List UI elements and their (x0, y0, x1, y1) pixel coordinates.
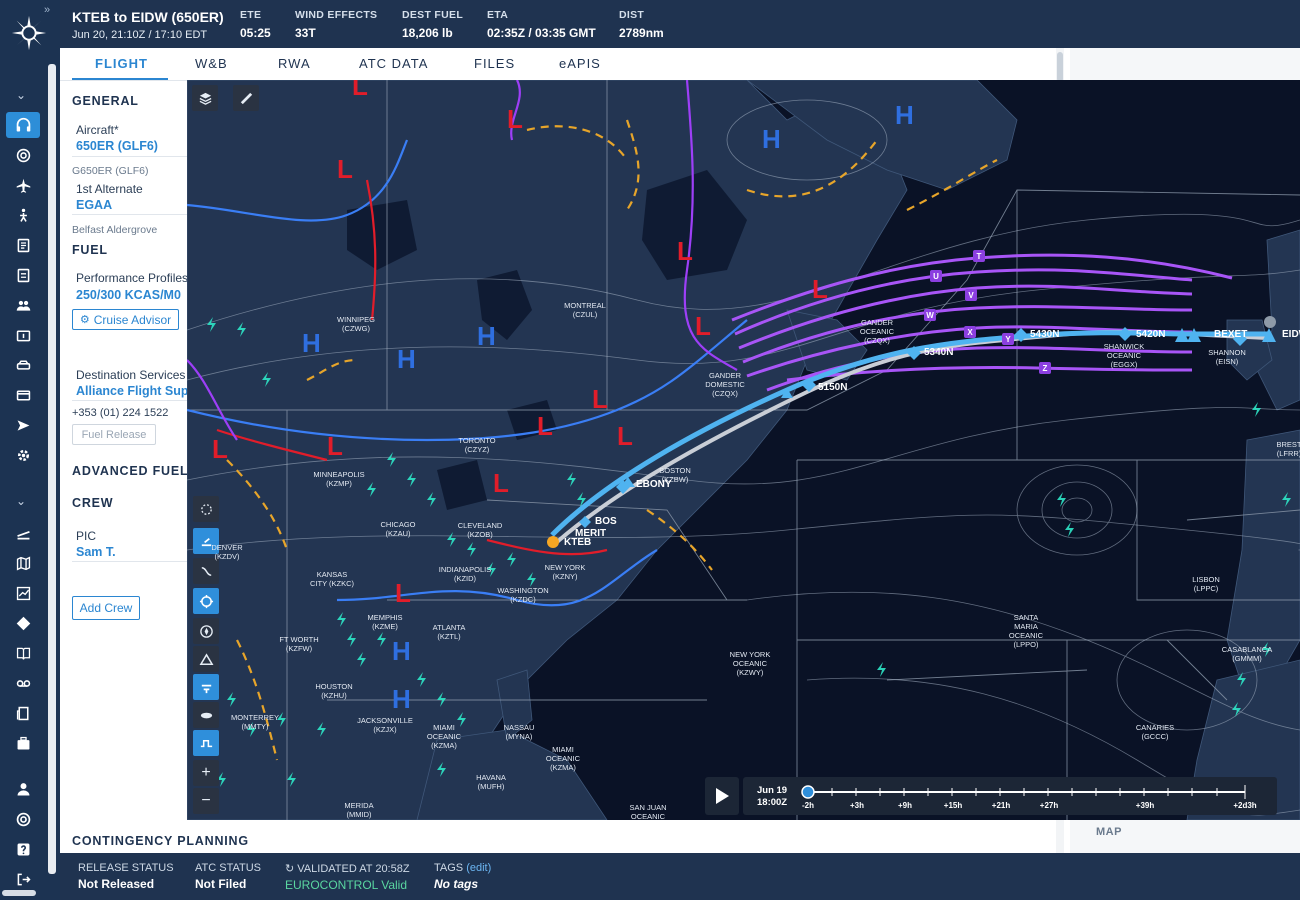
dest-fuel-label: DEST FUEL (402, 9, 464, 21)
atc-status-label: ATC STATUS (195, 862, 261, 874)
app-logo-icon[interactable] (10, 14, 48, 52)
edit-tags-link[interactable]: (edit) (466, 862, 491, 874)
general-heading: GENERAL (72, 94, 139, 108)
gear-icon: ⚙ (79, 314, 90, 326)
weather-map[interactable]: T U V W X Y Z L L L L L L L L L L L L L … (187, 80, 1300, 820)
dest-services-label: Destination Services (76, 368, 186, 382)
contingency-heading: CONTINGENCY PLANNING (72, 834, 249, 848)
radar-icon[interactable] (6, 142, 40, 168)
ete-value: 05:25 (240, 26, 271, 40)
chevron-down-icon[interactable]: ⌄ (16, 494, 26, 508)
voicemail-icon[interactable] (6, 670, 40, 696)
alternate-select[interactable]: EGAA (76, 198, 112, 212)
manual-icon[interactable] (6, 232, 40, 258)
timeline-tick: +21h (991, 801, 1011, 810)
logout-icon[interactable] (6, 866, 40, 892)
cruise-advisor-button[interactable]: ⚙ Cruise Advisor (72, 309, 179, 330)
tab-rwa[interactable]: RWA (278, 56, 311, 71)
wind-effects-value: 33T (295, 26, 316, 40)
advanced-fuel-heading[interactable]: ADVANCED FUEL (72, 464, 188, 478)
status-footer: RELEASE STATUS Not Released ATC STATUS N… (60, 853, 1300, 900)
card-icon[interactable] (6, 382, 40, 408)
dest-services-phone: +353 (01) 224 1522 (72, 407, 169, 419)
ete-label: ETE (240, 9, 262, 21)
timeline-tick: +2d3h (1233, 801, 1257, 810)
aircraft-type: G650ER (GLF6) (72, 165, 149, 177)
add-crew-button[interactable]: Add Crew (72, 596, 140, 620)
refresh-icon[interactable]: ↻ (285, 863, 297, 875)
tab-bar: FLIGHT W&B RWA ATC DATA FILES eAPIS (60, 48, 1060, 81)
person-walking-icon[interactable] (6, 202, 40, 228)
dest-services-select[interactable]: Alliance Flight Sup (76, 384, 189, 398)
dist-value: 2789nm (619, 26, 664, 40)
car-icon[interactable] (6, 352, 40, 378)
fuel-release-button[interactable]: Fuel Release (72, 424, 156, 445)
tab-files[interactable]: FILES (474, 56, 515, 71)
rail-horizontal-scrollbar[interactable] (2, 890, 36, 896)
timeline-tick: +27h (1039, 801, 1059, 810)
departure-icon[interactable] (6, 520, 40, 546)
dist-label: DIST (619, 9, 645, 21)
timeline-tick: +15h (943, 801, 963, 810)
tab-wb[interactable]: W&B (195, 56, 228, 71)
route-title: KTEB to EIDW (650ER) (72, 9, 224, 25)
dest-fuel-value: 18,206 lb (402, 26, 453, 40)
aircraft-select[interactable]: 650ER (GLF6) (76, 139, 158, 153)
map-icon[interactable] (6, 550, 40, 576)
map-section-label: MAP (1096, 826, 1122, 838)
expand-rail-icon[interactable]: » (44, 4, 50, 16)
eta-value: 02:35Z / 03:35 GMT (487, 26, 596, 40)
tab-atc-data[interactable]: ATC DATA (359, 56, 428, 71)
release-status-value: Not Released (78, 877, 155, 891)
rail-scrollbar[interactable] (48, 64, 56, 874)
chevron-down-icon[interactable]: ⌄ (16, 88, 26, 102)
validated-label: VALIDATED AT 20:58Z (297, 863, 410, 875)
timeline-handle[interactable] (801, 785, 815, 799)
left-rail: » ⌄ ⌄ (0, 0, 60, 900)
release-status-label: RELEASE STATUS (78, 862, 174, 874)
timeline-tick: +9h (897, 801, 913, 810)
timeline-tick: -2h (802, 801, 814, 810)
route-subtitle: Jun 20, 21:10Z / 17:10 EDT (72, 29, 208, 41)
flight-header: KTEB to EIDW (650ER) Jun 20, 21:10Z / 17… (60, 0, 1300, 48)
book-icon[interactable] (6, 640, 40, 666)
eta-label: ETA (487, 9, 509, 21)
crew-heading: CREW (72, 496, 114, 510)
support-icon[interactable] (6, 806, 40, 832)
tag-icon[interactable] (6, 610, 40, 636)
headset-icon[interactable] (6, 112, 40, 138)
people-icon[interactable] (6, 292, 40, 318)
help-icon[interactable] (6, 836, 40, 862)
timeline-tick: +39h (1135, 801, 1155, 810)
timeline-tick: +3h (849, 801, 865, 810)
pic-label: PIC (76, 529, 97, 543)
wind-effects-label: WIND EFFECTS (295, 9, 378, 21)
checklist-icon[interactable] (6, 262, 40, 288)
pic-select[interactable]: Sam T. (76, 545, 116, 559)
tags-label: TAGS (434, 862, 464, 874)
alternate-label: 1st Alternate (76, 182, 143, 196)
briefcase-icon[interactable] (6, 730, 40, 756)
tab-eapis[interactable]: eAPIS (559, 56, 601, 71)
chart-icon[interactable] (6, 580, 40, 606)
tags-value: No tags (434, 877, 479, 891)
tab-flight[interactable]: FLIGHT (95, 56, 148, 71)
timeline-track (801, 785, 1246, 799)
dollar-folder-icon[interactable] (6, 322, 40, 348)
performance-label: Performance Profiles (76, 271, 189, 285)
user-icon[interactable] (6, 776, 40, 802)
validation-status[interactable]: EUROCONTROL Valid (285, 878, 410, 892)
document-icon[interactable] (6, 700, 40, 726)
aircraft-label: Aircraft* (76, 123, 119, 137)
gear-icon[interactable] (6, 442, 40, 468)
fuel-heading: FUEL (72, 243, 108, 257)
airplane-icon[interactable] (6, 172, 40, 198)
performance-select[interactable]: 250/300 KCAS/M0 (76, 288, 181, 302)
alternate-name: Belfast Aldergrove (72, 224, 158, 236)
send-icon[interactable] (6, 412, 40, 438)
atc-status-value: Not Filed (195, 877, 247, 891)
